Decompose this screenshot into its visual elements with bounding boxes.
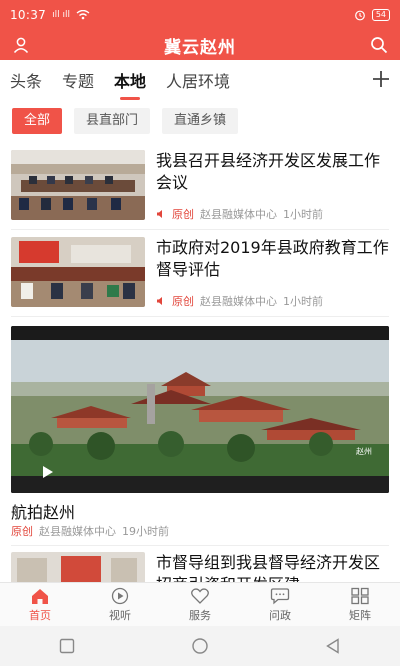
video-time: 19小时前 [122,525,169,538]
system-nav-bar [0,626,400,666]
nav-inquiry[interactable]: 问政 [250,587,310,623]
home-icon [32,588,48,604]
original-tag: 原创 [172,208,194,221]
speaker-icon [157,297,162,305]
status-right: 54 [354,9,390,21]
news-source: 赵县融媒体中心 [200,295,277,308]
plus-icon[interactable] [370,68,392,90]
nav-matrix[interactable]: 矩阵 [330,587,390,623]
wifi-icon [76,10,90,20]
chat-icon [270,587,290,604]
divider [11,545,389,546]
play-icon [111,587,129,604]
original-tag: 原创 [11,525,33,538]
news-item[interactable]: 市政府对2019年县政府教育工作督导评估 原创 赵县融媒体中心 1小时前 [0,237,400,317]
tab-headlines[interactable]: 头条 [10,62,42,98]
status-bar: 10:37 ıll ıll 54 [0,0,400,30]
nav-label: 视听 [109,608,131,622]
nav-label: 矩阵 [349,608,371,622]
search-icon[interactable] [370,36,388,54]
divider [11,229,389,230]
news-title[interactable]: 市督导组到我县督导经济开发区招商引资和开发区建 [156,552,392,582]
channel-tabs: 头条 专题 本地 人居环境 [0,60,400,100]
video-title[interactable]: 航拍赵州 [11,499,75,523]
news-time: 1小时前 [283,295,323,308]
news-meta: 原创 赵县融媒体中心 1小时前 [156,206,323,222]
chip-county-departments[interactable]: 县直部门 [74,108,151,134]
video-watermark: 赵州 [356,446,372,456]
tab-local[interactable]: 本地 [114,62,146,100]
signal-icon: ıll ıll [52,10,70,20]
battery-level: 54 [371,9,390,21]
news-item[interactable]: 我县召开县经济开发区发展工作会议 原创 赵县融媒体中心 1小时前 [0,150,400,230]
app-header: 冀云赵州 [0,30,400,60]
user-icon[interactable] [12,36,30,54]
video-meta: 原创 赵县融媒体中心 19小时前 [11,523,169,539]
news-time: 1小时前 [283,208,323,221]
chip-all[interactable]: 全部 [12,108,63,134]
tab-topics[interactable]: 专题 [62,62,94,98]
news-source: 赵县融媒体中心 [200,208,277,221]
status-left: 10:37 ıll ıll [10,8,90,22]
filter-chips: 全部 县直部门 直通乡镇 [12,108,239,134]
nav-label: 首页 [29,608,51,622]
back-icon[interactable] [324,637,342,655]
nav-services[interactable]: 服务 [170,587,230,623]
grid-icon [351,587,369,604]
nav-home[interactable]: 首页 [10,587,70,623]
news-item[interactable]: 市督导组到我县督导经济开发区招商引资和开发区建 [0,552,400,582]
news-thumbnail[interactable] [11,150,145,220]
video-source: 赵县融媒体中心 [39,525,116,538]
video-player[interactable]: 赵州 [11,326,389,493]
home-circle-icon[interactable] [191,637,209,655]
nav-label: 问政 [269,608,291,622]
news-thumbnail[interactable] [11,552,145,582]
nav-av[interactable]: 视听 [90,587,150,623]
tab-living-environment[interactable]: 人居环境 [166,62,230,98]
divider [11,316,389,317]
recent-apps-icon[interactable] [58,637,76,655]
news-title[interactable]: 我县召开县经济开发区发展工作会议 [156,150,392,194]
news-meta: 原创 赵县融媒体中心 1小时前 [156,293,323,309]
bottom-nav: 首页 视听 服务 问政 矩阵 [0,582,400,626]
nav-label: 服务 [189,608,211,622]
app-title: 冀云赵州 [164,37,236,58]
speaker-icon [157,210,162,218]
original-tag: 原创 [172,295,194,308]
news-title[interactable]: 市政府对2019年县政府教育工作督导评估 [156,237,392,281]
status-time: 10:37 [10,8,47,22]
chip-towns[interactable]: 直通乡镇 [162,108,239,134]
news-thumbnail[interactable] [11,237,145,307]
heart-icon [191,587,209,604]
alarm-icon [354,10,365,21]
